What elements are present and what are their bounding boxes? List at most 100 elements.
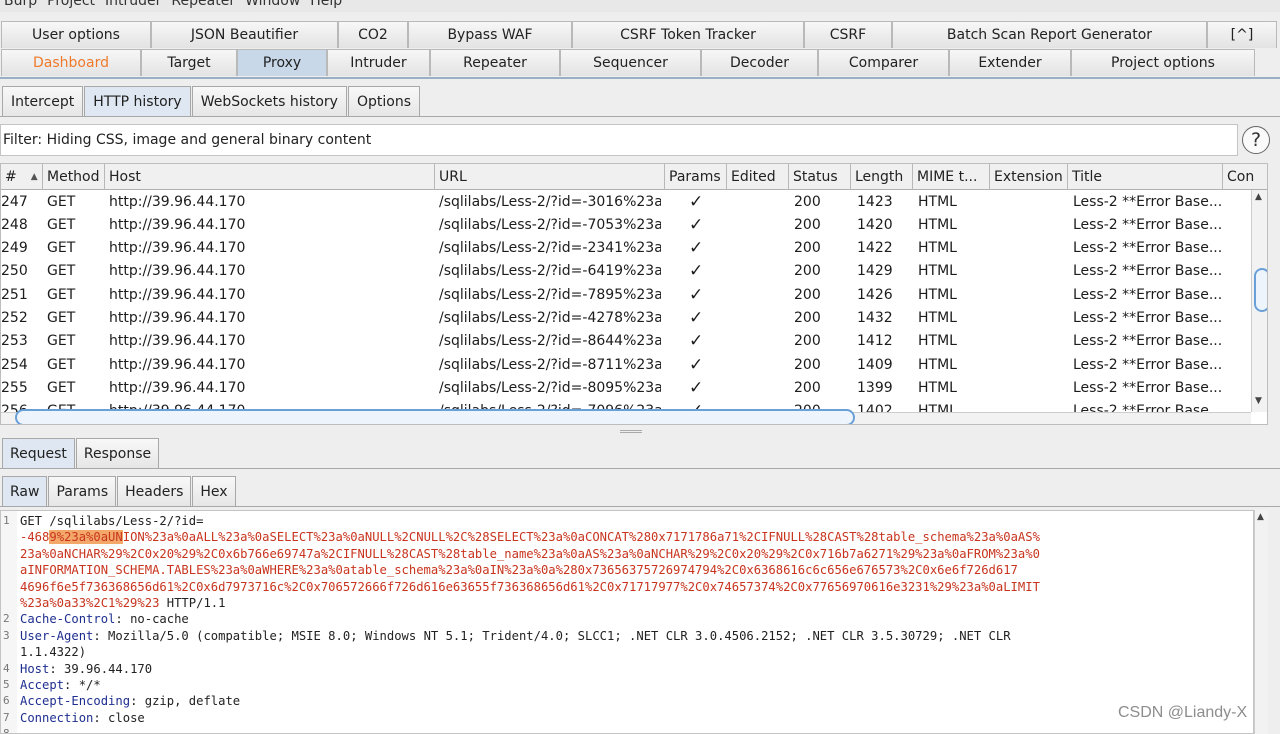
tab-co2[interactable]: CO2 — [338, 21, 408, 48]
table-row[interactable]: 248 GET http://39.96.44.170/sqlilabs/Less-… — [1, 213, 1251, 236]
table-row[interactable]: 250 GET http://39.96.44.170/sqlilabs/Less-… — [1, 260, 1251, 283]
tab-target[interactable]: Target — [141, 49, 237, 76]
editor-scroll-up-icon[interactable]: ▲ — [1257, 512, 1264, 522]
column-header[interactable]: MIME t... — [913, 164, 990, 190]
cell-title: Less-2 **Error Base... — [1073, 216, 1223, 233]
scroll-thumb[interactable] — [1254, 268, 1267, 312]
column-label: Method — [47, 169, 100, 185]
table-row[interactable]: 254 GET http://39.96.44.170/sqlilabs/Less-… — [1, 353, 1251, 376]
cell-num: 250 — [1, 263, 28, 280]
header-colon: : — [93, 710, 101, 725]
table-vertical-scrollbar[interactable]: ▲ ▼ — [1251, 190, 1267, 412]
tab-csrf[interactable]: CSRF — [804, 21, 892, 48]
column-header[interactable]: Length — [851, 164, 913, 190]
table-horizontal-scrollbar[interactable] — [1, 409, 1251, 424]
column-header[interactable]: Host — [105, 164, 435, 190]
filter-bar[interactable]: Filter: Hiding CSS, image and general bi… — [0, 124, 1238, 156]
payload-line-5: %23a%0a33%2C1%29%23 HTTP/1.1 — [20, 595, 225, 611]
table-row[interactable]: 247 GET http://39.96.44.170/sqlilabs/Less-… — [1, 190, 1251, 213]
subtab-websockets-history[interactable]: WebSockets history — [191, 86, 347, 116]
table-row[interactable]: 249 GET http://39.96.44.170/sqlilabs/Less-… — [1, 237, 1251, 260]
subtab-options[interactable]: Options — [347, 86, 420, 116]
proxy-subtabs: Intercept HTTP history WebSockets history O… — [0, 86, 421, 116]
table-row[interactable]: 255 GET http://39.96.44.170/sqlilabs/Less-… — [1, 376, 1251, 399]
payload-prefix: -468 — [20, 530, 50, 545]
tab-response[interactable]: Response — [75, 438, 160, 468]
tab-project-options[interactable]: Project options — [1071, 49, 1255, 76]
request-line: GET /sqlilabs/Less-2/?id= — [20, 514, 204, 528]
column-header[interactable]: Con — [1223, 164, 1267, 190]
column-header[interactable]: Status — [789, 164, 851, 190]
tab-dashboard[interactable]: Dashboard — [1, 49, 141, 76]
column-header[interactable]: URL — [435, 164, 665, 190]
cell-status: 200 — [794, 216, 821, 233]
subtab-intercept[interactable]: Intercept — [2, 86, 84, 116]
cell-length: 1426 — [857, 286, 893, 303]
column-header[interactable]: Title — [1068, 164, 1223, 190]
table-row[interactable]: 251 GET http://39.96.44.170/sqlilabs/Less-… — [1, 283, 1251, 306]
split-pane-handle[interactable] — [620, 430, 642, 433]
tab-csrf-token-tracker[interactable]: CSRF Token Tracker — [572, 21, 804, 48]
tab-request[interactable]: Request — [2, 438, 75, 468]
tab-sequencer[interactable]: Sequencer — [560, 49, 701, 76]
menu-item-repeater[interactable]: Repeater — [171, 0, 235, 9]
table-row[interactable]: 252 GET http://39.96.44.170/sqlilabs/Less-… — [1, 307, 1251, 330]
filter-text: Filter: Hiding CSS, image and general bi… — [3, 132, 372, 148]
menu-item-window[interactable]: Window — [245, 0, 300, 9]
column-label: Con — [1227, 169, 1255, 185]
tab-batch-scan-report-generator[interactable]: Batch Scan Report Generator — [892, 21, 1207, 48]
column-header[interactable]: Edited — [727, 164, 789, 190]
menu-item-help[interactable]: Help — [310, 0, 342, 9]
tab-[interactable]: [^] — [1207, 21, 1277, 48]
cell-mime: HTML — [918, 193, 957, 210]
view-tab-raw[interactable]: Raw — [2, 476, 48, 506]
cell-mime: HTML — [918, 263, 957, 280]
horizontal-scroll-thumb[interactable] — [15, 409, 855, 424]
tab-comparer[interactable]: Comparer — [818, 49, 949, 76]
header-name: Accept — [20, 678, 65, 692]
payload-line-1: -4689%23a%0aUNION%23a%0aALL%23a%0aSELECT… — [20, 529, 1040, 545]
watermark: CSDN @Liandy-X — [1118, 704, 1248, 721]
menu-item-intruder[interactable]: Intruder — [105, 0, 161, 9]
header-value: Mozilla/5.0 (compatible; MSIE 8.0; Windo… — [100, 628, 1011, 643]
help-icon[interactable]: ? — [1242, 126, 1270, 154]
payload-end: %23a%0a33%2C1%29%23 — [20, 596, 160, 610]
cell-mime: HTML — [918, 286, 957, 303]
column-header[interactable]: Method — [43, 164, 105, 190]
header-name: User-Agent — [20, 628, 94, 643]
tab-extender[interactable]: Extender — [949, 49, 1071, 76]
cell-url: /sqlilabs/Less-2/?id=-6419%23a... — [439, 263, 661, 280]
cell-params: ✓ — [689, 261, 704, 282]
tab-repeater[interactable]: Repeater — [430, 49, 560, 76]
column-header[interactable]: Params — [665, 164, 727, 190]
view-tab-hex[interactable]: Hex — [192, 476, 236, 506]
view-tab-params[interactable]: Params — [48, 476, 117, 506]
table-row[interactable]: 253 GET http://39.96.44.170/sqlilabs/Less-… — [1, 330, 1251, 353]
tab-user-options[interactable]: User options — [1, 21, 151, 48]
view-tab-headers[interactable]: Headers — [117, 476, 192, 506]
header-value: */* — [71, 678, 101, 692]
raw-request-editor[interactable]: 1 GET /sqlilabs/Less-2/?id= -4689%23a%0a… — [0, 510, 1254, 734]
scroll-up-icon[interactable]: ▲ — [1255, 192, 1262, 202]
column-header[interactable]: # ▲ — [1, 164, 43, 190]
editor-scrollbar[interactable]: ▲ — [1254, 510, 1268, 734]
menu-item-project[interactable]: Project — [47, 0, 95, 9]
tab-json-beautifier[interactable]: JSON Beautifier — [151, 21, 338, 48]
menu-item-burp[interactable]: Burp — [4, 0, 37, 9]
subtab-http-history[interactable]: HTTP history — [84, 86, 191, 116]
tab-bypass-waf[interactable]: Bypass WAF — [408, 21, 572, 48]
cell-status: 200 — [794, 310, 821, 326]
cell-method: GET — [47, 310, 76, 326]
column-header[interactable]: Extension — [990, 164, 1068, 190]
tab-intruder[interactable]: Intruder — [327, 49, 430, 76]
header-name: Connection — [20, 710, 94, 725]
cell-method: GET — [47, 240, 76, 257]
line-number: 8 — [3, 727, 10, 734]
payload-line-3: aINFORMATION_SCHEMA.TABLES%23a%0aWHERE%2… — [20, 563, 1018, 578]
cell-params: ✓ — [689, 238, 704, 259]
cell-url: /sqlilabs/Less-2/?id=-3016%23a... — [439, 193, 661, 210]
scroll-down-icon[interactable]: ▼ — [1255, 396, 1262, 406]
tab-decoder[interactable]: Decoder — [701, 49, 818, 76]
tab-proxy[interactable]: Proxy — [237, 49, 327, 76]
header-colon: : — [93, 628, 101, 643]
